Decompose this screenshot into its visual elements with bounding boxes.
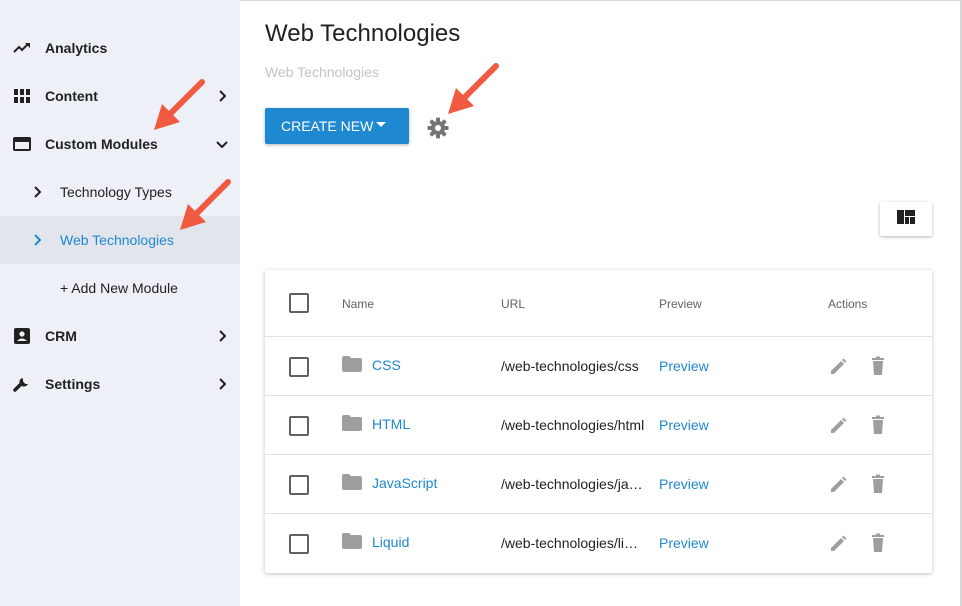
sidebar-item-crm[interactable]: CRM xyxy=(0,312,240,360)
row-checkbox[interactable] xyxy=(289,475,309,495)
item-url: /web-technologies/javascript xyxy=(501,476,645,492)
table-row: Liquid /web-technologies/liquid Preview xyxy=(265,514,932,573)
chevron-right-icon xyxy=(214,376,230,392)
item-url: /web-technologies/html xyxy=(501,417,645,433)
sidebar-item-label: Content xyxy=(45,88,98,104)
table-header: Name URL Preview Actions xyxy=(265,270,932,337)
layout-toggle-button[interactable] xyxy=(880,202,932,236)
sidebar-item-label: Analytics xyxy=(45,40,108,56)
preview-link[interactable]: Preview xyxy=(659,476,709,492)
trash-icon[interactable] xyxy=(868,474,888,494)
trash-icon[interactable] xyxy=(868,533,888,553)
wrench-icon xyxy=(12,374,32,394)
trash-icon[interactable] xyxy=(868,415,888,435)
sidebar-subitem-add-new-module[interactable]: + Add New Module xyxy=(0,264,240,312)
row-checkbox[interactable] xyxy=(289,416,309,436)
breadcrumb: Web Technologies xyxy=(265,64,379,80)
dashboard-icon xyxy=(897,209,915,229)
edit-icon[interactable] xyxy=(828,475,848,495)
row-checkbox[interactable] xyxy=(289,534,309,554)
annotation-arrow-icon xyxy=(180,179,231,230)
column-header-actions: Actions xyxy=(828,297,868,311)
sidebar-item-label: Custom Modules xyxy=(45,136,158,152)
chevron-down-icon xyxy=(214,136,230,152)
folder-icon xyxy=(342,356,362,374)
edit-icon[interactable] xyxy=(828,416,848,436)
item-name-link[interactable]: Liquid xyxy=(372,534,409,550)
preview-link[interactable]: Preview xyxy=(659,535,709,551)
grid-icon xyxy=(12,86,32,106)
select-all-checkbox[interactable] xyxy=(289,293,309,313)
row-checkbox[interactable] xyxy=(289,357,309,377)
sidebar-subitem-label: + Add New Module xyxy=(60,280,178,296)
sidebar-item-label: Settings xyxy=(45,376,101,392)
chevron-right-icon xyxy=(29,232,45,248)
web-asset-icon xyxy=(12,134,32,154)
chevron-right-icon xyxy=(29,184,45,200)
contact-card-icon xyxy=(12,326,32,346)
sidebar-item-label: CRM xyxy=(45,328,77,344)
folder-icon xyxy=(342,474,362,492)
folder-icon xyxy=(342,415,362,433)
sidebar-item-analytics[interactable]: Analytics xyxy=(0,24,240,72)
annotation-arrow-icon xyxy=(154,79,205,130)
trash-icon[interactable] xyxy=(868,356,888,376)
table-row: CSS /web-technologies/css Preview xyxy=(265,337,932,396)
annotation-arrow-icon xyxy=(448,63,499,114)
column-header-url[interactable]: URL xyxy=(501,297,525,311)
preview-link[interactable]: Preview xyxy=(659,358,709,374)
preview-link[interactable]: Preview xyxy=(659,417,709,433)
edit-icon[interactable] xyxy=(828,357,848,377)
item-name-link[interactable]: HTML xyxy=(372,416,410,432)
sidebar-item-settings[interactable]: Settings xyxy=(0,360,240,408)
create-new-label: CREATE NEW xyxy=(281,118,374,134)
chevron-right-icon xyxy=(214,328,230,344)
trending-up-icon xyxy=(12,38,32,58)
folder-icon xyxy=(342,533,362,551)
create-new-button[interactable]: CREATE NEW xyxy=(265,108,409,144)
sidebar-subitem-label: Technology Types xyxy=(60,184,172,200)
item-name-link[interactable]: CSS xyxy=(372,357,401,373)
page-title: Web Technologies xyxy=(265,20,461,47)
table-row: JavaScript /web-technologies/javascript … xyxy=(265,455,932,514)
caret-down-icon xyxy=(376,122,386,127)
edit-icon[interactable] xyxy=(828,534,848,554)
top-divider xyxy=(240,0,962,1)
table-row: HTML /web-technologies/html Preview xyxy=(265,396,932,455)
item-url: /web-technologies/liquid xyxy=(501,535,645,551)
column-header-name[interactable]: Name xyxy=(342,297,374,311)
items-table: Name URL Preview Actions CSS /web-techno… xyxy=(265,270,932,573)
chevron-right-icon xyxy=(214,88,230,104)
column-header-preview: Preview xyxy=(659,297,702,311)
sidebar-subitem-label: Web Technologies xyxy=(60,232,174,248)
item-name-link[interactable]: JavaScript xyxy=(372,475,437,491)
item-url: /web-technologies/css xyxy=(501,358,639,374)
